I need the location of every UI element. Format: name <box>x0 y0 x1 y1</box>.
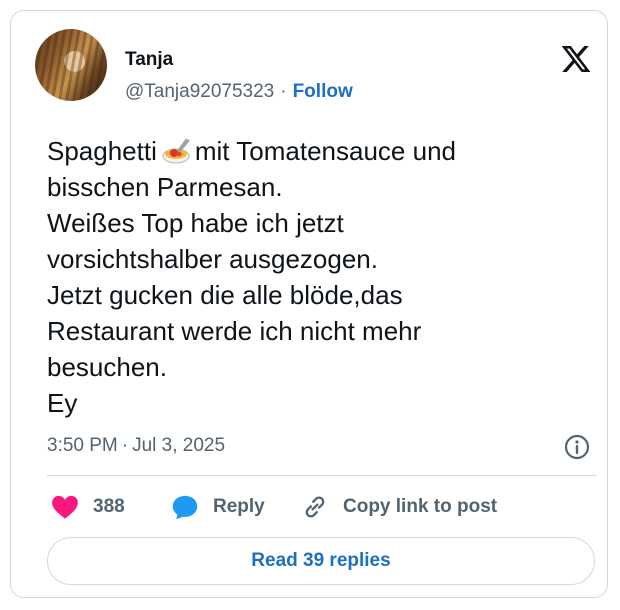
author-name[interactable]: Tanja <box>125 49 173 71</box>
avatar[interactable] <box>35 29 107 101</box>
author-handle-row: @Tanja92075323 · Follow <box>125 81 353 103</box>
heart-icon <box>52 495 78 519</box>
reply-button[interactable]: Reply <box>171 493 265 521</box>
reply-bubble-icon <box>172 495 198 520</box>
post-line: Weißes Top habe ich jetzt <box>47 208 344 238</box>
reply-label: Reply <box>213 496 265 517</box>
read-replies-label: Read 39 replies <box>251 550 391 571</box>
follow-link[interactable]: Follow <box>293 81 353 102</box>
copy-link-label: Copy link to post <box>343 496 498 517</box>
time-separator: · <box>121 435 129 456</box>
post-timestamp[interactable]: 3:50 PM · Jul 3, 2025 <box>47 435 225 457</box>
x-logo-icon[interactable] <box>559 43 593 75</box>
post-line: Jetzt gucken die alle blöde,das <box>47 280 403 310</box>
like-button[interactable]: 388 <box>51 493 125 521</box>
like-count: 388 <box>93 496 125 517</box>
post-line: Ey <box>47 388 78 418</box>
post-line: vorsichtshalber ausgezogen. <box>47 244 378 274</box>
info-icon[interactable] <box>563 433 591 461</box>
embedded-post-card: Tanja @Tanja92075323 · Follow Spaghetti mi… <box>10 10 608 598</box>
divider <box>47 475 597 476</box>
link-icon <box>305 496 325 518</box>
read-replies-button[interactable]: Read 39 replies <box>47 537 595 585</box>
post-line-text: mit Tomatensauce und <box>194 136 456 166</box>
author-handle[interactable]: @Tanja92075323 <box>125 81 274 102</box>
post-line: bisschen Parmesan. <box>47 172 283 202</box>
handle-separator: · <box>280 81 287 102</box>
spaghetti-icon <box>162 138 190 164</box>
post-line-text: Spaghetti <box>47 136 157 166</box>
post-line: Spaghetti mit Tomatensauce und <box>47 133 587 169</box>
post-date: Jul 3, 2025 <box>132 435 226 456</box>
copy-link-button[interactable]: Copy link to post <box>301 493 497 521</box>
post-text: Spaghetti mit Tomatensauce und bisschen … <box>47 133 587 421</box>
post-line: Restaurant werde ich nicht mehr <box>47 316 422 346</box>
post-time: 3:50 PM <box>47 435 118 456</box>
post-line: besuchen. <box>47 352 167 382</box>
